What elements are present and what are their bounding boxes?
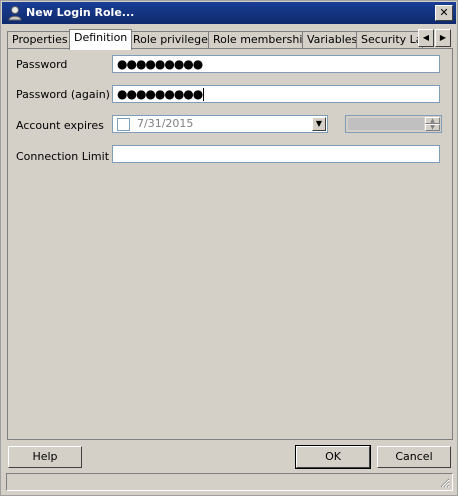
tab-security-labels[interactable]: Security Lab [356,31,423,49]
tab-scroll-right-button[interactable]: ▶ [435,29,451,47]
password-again-field[interactable]: ●●●●●●●●● [112,85,440,103]
spin-down-icon: ▼ [430,124,435,131]
status-bar [6,473,453,491]
time-spin-up-button[interactable]: ▲ [425,117,440,124]
tab-strip: Properties Definition Role privileges Ro… [7,29,453,50]
login-role-dialog: New Login Role... ✕ Properties Definitio… [0,0,458,496]
connection-limit-label: Connection Limit [16,150,110,163]
password-field[interactable]: ●●●●●●●●● [112,55,440,73]
window-title: New Login Role... [26,6,135,19]
definition-panel: Password ●●●●●●●●● Password (again) ●●●●… [7,48,453,440]
tab-role-membership[interactable]: Role membership [208,31,315,49]
help-button[interactable]: Help [8,446,82,468]
account-expires-checkbox[interactable] [117,118,130,131]
password-value: ●●●●●●●●● [117,57,203,71]
password-again-value: ●●●●●●●●● [117,87,203,101]
tab-definition[interactable]: Definition [69,29,133,50]
user-icon [8,6,22,21]
date-dropdown-button[interactable]: ▼ [312,117,326,131]
chevron-down-icon: ▼ [315,119,323,128]
close-button[interactable]: ✕ [435,5,453,21]
text-caret [203,88,205,101]
account-expires-time-field[interactable]: ▲ ▼ [345,115,442,133]
account-expires-date: 7/31/2015 [137,117,194,130]
account-expires-date-picker[interactable]: 7/31/2015 ▼ [112,115,328,133]
account-expires-label: Account expires [16,119,104,132]
ok-button[interactable]: OK [295,445,371,469]
password-again-label: Password (again) [16,88,110,101]
title-bar[interactable]: New Login Role... ✕ [2,2,456,24]
tab-properties[interactable]: Properties [7,31,73,49]
close-icon: ✕ [439,6,449,19]
spin-up-icon: ▲ [430,117,435,124]
tab-role-privileges[interactable]: Role privileges [128,31,219,49]
password-label: Password [16,58,68,71]
connection-limit-field[interactable] [112,145,440,163]
resize-grip-icon[interactable] [438,476,450,488]
time-spin-down-button[interactable]: ▼ [425,124,440,131]
tab-scroll-left-button[interactable]: ◀ [418,29,434,47]
time-value [348,118,424,130]
arrow-right-icon: ▶ [439,33,447,42]
cancel-button[interactable]: Cancel [377,446,451,468]
tab-variables[interactable]: Variables [302,31,363,49]
arrow-left-icon: ◀ [422,33,430,42]
